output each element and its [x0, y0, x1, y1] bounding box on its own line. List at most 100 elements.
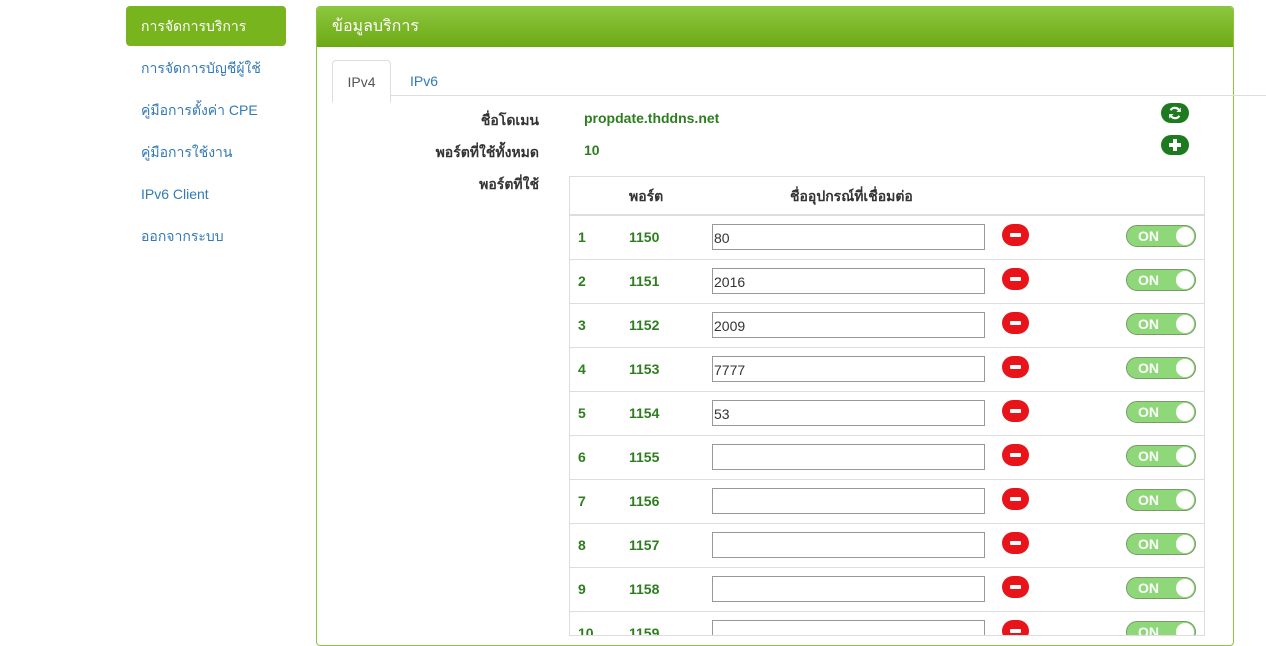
port-toggle[interactable]: ON	[1126, 357, 1196, 379]
table-row: 8 1157 ON	[570, 524, 1204, 568]
header-device: ชื่ออุปกรณ์ที่เชื่อมต่อ	[790, 188, 913, 204]
table-row: 1 1150 ON	[570, 216, 1204, 260]
port-toggle[interactable]: ON	[1126, 225, 1196, 247]
remove-port-button[interactable]	[1002, 576, 1029, 598]
row-number: 4	[578, 361, 586, 377]
device-name-input[interactable]	[712, 224, 985, 250]
port-toggle[interactable]: ON	[1126, 445, 1196, 467]
row-port: 1158	[629, 581, 660, 597]
table-row: 3 1152 ON	[570, 304, 1204, 348]
toggle-knob	[1176, 447, 1194, 465]
row-number: 5	[578, 405, 586, 421]
refresh-icon	[1169, 106, 1181, 120]
remove-port-button[interactable]	[1002, 532, 1029, 554]
table-row: 2 1151 ON	[570, 260, 1204, 304]
row-number: 6	[578, 449, 586, 465]
device-name-input[interactable]	[712, 620, 985, 635]
row-number: 2	[578, 273, 586, 289]
port-toggle[interactable]: ON	[1126, 269, 1196, 291]
toggle-label: ON	[1138, 448, 1159, 464]
row-port: 1159	[629, 625, 660, 636]
row-port: 1155	[629, 449, 660, 465]
table-row: 7 1156 ON	[570, 480, 1204, 524]
toggle-label: ON	[1138, 580, 1159, 596]
table-row: 10 1159 ON	[570, 612, 1204, 636]
minus-icon	[1010, 233, 1021, 237]
remove-port-button[interactable]	[1002, 620, 1029, 635]
minus-icon	[1010, 365, 1021, 369]
device-name-input[interactable]	[712, 444, 985, 470]
table-row: 6 1155 ON	[570, 436, 1204, 480]
device-name-input[interactable]	[712, 488, 985, 514]
toggle-knob	[1176, 271, 1194, 289]
sidebar-item-cpe-guide[interactable]: คู่มือการตั้งค่า CPE	[126, 90, 286, 130]
port-toggle[interactable]: ON	[1126, 489, 1196, 511]
minus-icon	[1010, 541, 1021, 545]
device-name-input[interactable]	[712, 312, 985, 338]
row-number: 8	[578, 537, 586, 553]
toggle-knob	[1176, 315, 1194, 333]
sidebar-item-service-management[interactable]: การจัดการบริการ	[126, 6, 286, 46]
sidebar-item-account-management[interactable]: การจัดการบัญชีผู้ใช้	[126, 48, 286, 88]
toggle-knob	[1176, 227, 1194, 245]
port-toggle[interactable]: ON	[1126, 577, 1196, 599]
add-port-button[interactable]	[1161, 135, 1189, 155]
minus-icon	[1010, 585, 1021, 589]
toggle-label: ON	[1138, 228, 1159, 244]
table-row: 4 1153 ON	[570, 348, 1204, 392]
toggle-knob	[1176, 491, 1194, 509]
refresh-button[interactable]	[1161, 103, 1189, 123]
remove-port-button[interactable]	[1002, 356, 1029, 378]
port-toggle[interactable]: ON	[1126, 313, 1196, 335]
toggle-label: ON	[1138, 272, 1159, 288]
port-toggle[interactable]: ON	[1126, 621, 1196, 635]
ports-total-label: พอร์ตที่ใช้ทั้งหมด	[435, 144, 539, 160]
header-port: พอร์ต	[629, 188, 664, 204]
device-name-input[interactable]	[712, 356, 985, 382]
row-number: 7	[578, 493, 586, 509]
table-row: 5 1154 ON	[570, 392, 1204, 436]
domain-label: ชื่อโดเมน	[480, 112, 539, 128]
sidebar: การจัดการบริการ การจัดการบัญชีผู้ใช้ คู่…	[126, 6, 286, 258]
minus-icon	[1010, 497, 1021, 501]
toggle-knob	[1176, 579, 1194, 597]
panel-title: ข้อมูลบริการ	[317, 7, 1233, 47]
toggle-label: ON	[1138, 536, 1159, 552]
remove-port-button[interactable]	[1002, 400, 1029, 422]
sidebar-item-logout[interactable]: ออกจากระบบ	[126, 216, 286, 256]
toggle-label: ON	[1138, 316, 1159, 332]
device-name-input[interactable]	[712, 268, 985, 294]
table-row: 9 1158 ON	[570, 568, 1204, 612]
row-port: 1152	[629, 317, 660, 333]
toggle-knob	[1176, 403, 1194, 421]
row-port: 1151	[629, 273, 660, 289]
row-port: 1153	[629, 361, 660, 377]
minus-icon	[1010, 453, 1021, 457]
row-number: 1	[578, 229, 586, 245]
port-toggle[interactable]: ON	[1126, 401, 1196, 423]
toggle-label: ON	[1138, 360, 1159, 376]
toggle-label: ON	[1138, 404, 1159, 420]
row-port: 1154	[629, 405, 660, 421]
ports-table: พอร์ต ชื่ออุปกรณ์ที่เชื่อมต่อ 1 1150 ON 2 11…	[569, 176, 1205, 636]
toggle-knob	[1176, 535, 1194, 553]
remove-port-button[interactable]	[1002, 488, 1029, 510]
row-number: 10	[578, 625, 594, 636]
row-number: 9	[578, 581, 586, 597]
minus-icon	[1010, 409, 1021, 413]
device-name-input[interactable]	[712, 576, 985, 602]
tab-divider	[391, 95, 1266, 96]
tab-ipv4[interactable]: IPv4	[332, 60, 391, 103]
device-name-input[interactable]	[712, 532, 985, 558]
port-toggle[interactable]: ON	[1126, 533, 1196, 555]
device-name-input[interactable]	[712, 400, 985, 426]
remove-port-button[interactable]	[1002, 444, 1029, 466]
remove-port-button[interactable]	[1002, 268, 1029, 290]
minus-icon	[1010, 321, 1021, 325]
toggle-knob	[1176, 359, 1194, 377]
remove-port-button[interactable]	[1002, 224, 1029, 246]
sidebar-item-ipv6-client[interactable]: IPv6 Client	[126, 174, 286, 214]
sidebar-item-user-guide[interactable]: คู่มือการใช้งาน	[126, 132, 286, 172]
minus-icon	[1010, 277, 1021, 281]
remove-port-button[interactable]	[1002, 312, 1029, 334]
